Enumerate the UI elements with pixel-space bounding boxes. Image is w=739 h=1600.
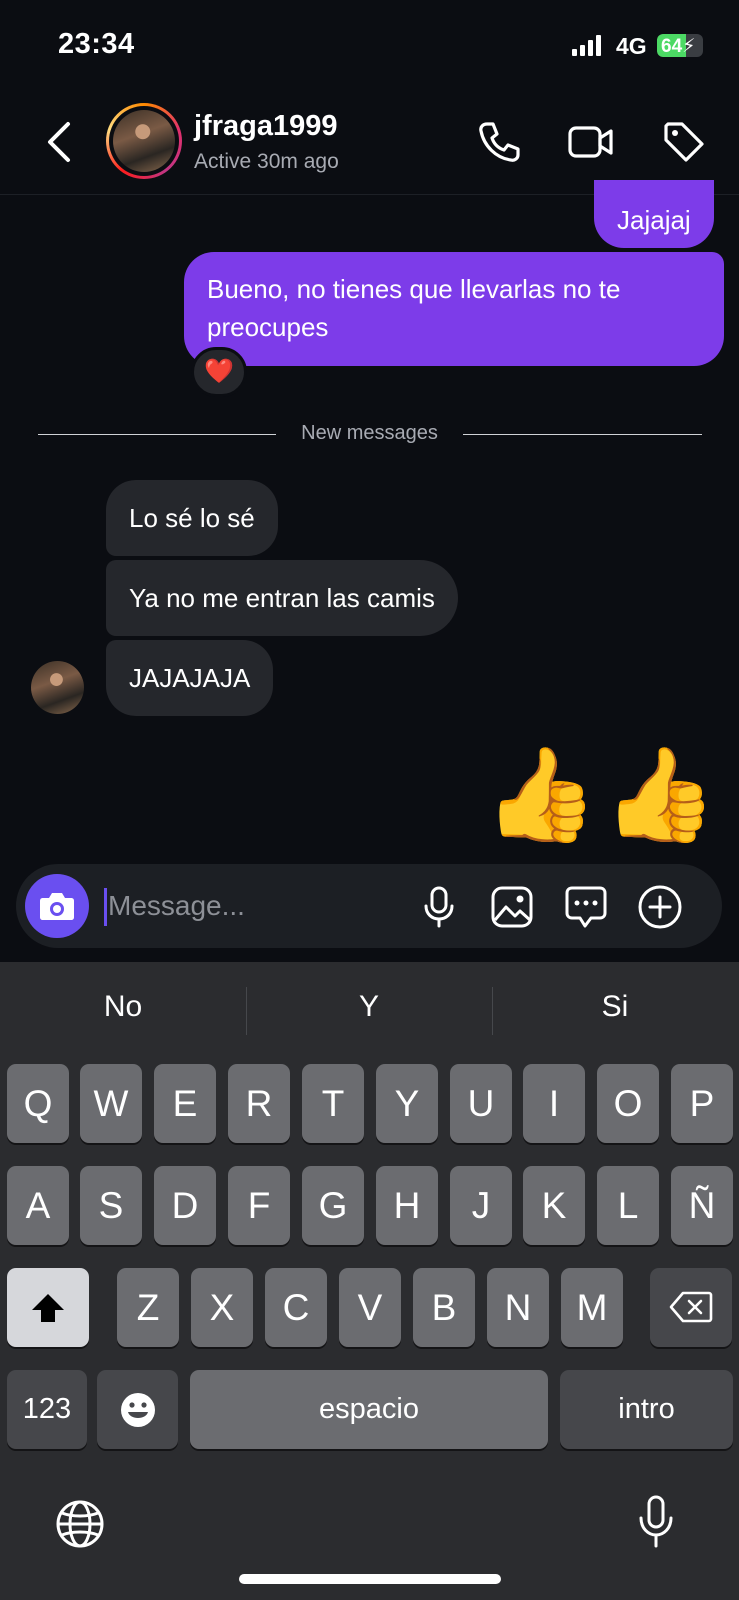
- numbers-key[interactable]: 123: [7, 1370, 87, 1449]
- divider-line: [38, 434, 276, 435]
- phone-icon[interactable]: [475, 118, 523, 166]
- signal-icon: [572, 34, 604, 56]
- globe-icon[interactable]: [54, 1498, 106, 1550]
- suggestion-3[interactable]: Si: [492, 972, 738, 1042]
- emoji-icon: [120, 1393, 155, 1427]
- outgoing-message[interactable]: Bueno, no tienes que llevarlas no te pre…: [184, 252, 724, 366]
- key-f[interactable]: F: [228, 1166, 290, 1245]
- key-x[interactable]: X: [191, 1268, 253, 1347]
- microphone-icon[interactable]: [416, 884, 462, 930]
- key-n-tilde[interactable]: Ñ: [671, 1166, 733, 1245]
- key-l[interactable]: L: [597, 1166, 659, 1245]
- key-z[interactable]: Z: [117, 1268, 179, 1347]
- key-c[interactable]: C: [265, 1268, 327, 1347]
- shift-arrow-icon: [32, 1294, 64, 1322]
- key-y[interactable]: Y: [376, 1064, 438, 1143]
- message-input[interactable]: [108, 880, 408, 932]
- tag-icon[interactable]: [660, 118, 708, 166]
- key-j[interactable]: J: [450, 1166, 512, 1245]
- text-cursor: [104, 888, 107, 926]
- key-w[interactable]: W: [80, 1064, 142, 1143]
- key-s[interactable]: S: [80, 1166, 142, 1245]
- key-i[interactable]: I: [523, 1064, 585, 1143]
- incoming-message[interactable]: Ya no me entran las camis: [106, 560, 458, 636]
- key-u[interactable]: U: [450, 1064, 512, 1143]
- image-icon[interactable]: [489, 884, 535, 930]
- home-indicator[interactable]: [239, 1574, 501, 1584]
- key-b[interactable]: B: [413, 1268, 475, 1347]
- divider-line: [463, 434, 702, 435]
- incoming-message[interactable]: Lo sé lo sé: [106, 480, 278, 556]
- key-e[interactable]: E: [154, 1064, 216, 1143]
- key-p[interactable]: P: [671, 1064, 733, 1143]
- incoming-message[interactable]: JAJAJAJA: [106, 640, 274, 716]
- avatar[interactable]: [106, 103, 182, 179]
- keyboard: No Y Si Q W E R T Y U I O P A S D F G H …: [0, 962, 739, 1600]
- return-key[interactable]: intro: [560, 1370, 733, 1449]
- key-t[interactable]: T: [302, 1064, 364, 1143]
- plus-circle-icon[interactable]: [637, 884, 683, 930]
- camera-icon: [40, 893, 74, 920]
- key-k[interactable]: K: [523, 1166, 585, 1245]
- thumbs-up-emoji-message[interactable]: 👍👍: [484, 740, 721, 850]
- chevron-left-icon[interactable]: [40, 118, 80, 166]
- chat-username[interactable]: jfraga1999: [194, 110, 338, 143]
- outgoing-message[interactable]: Jajajaj: [594, 180, 714, 248]
- delete-key[interactable]: [650, 1268, 732, 1347]
- shift-key[interactable]: [7, 1268, 89, 1347]
- key-h[interactable]: H: [376, 1166, 438, 1245]
- key-o[interactable]: O: [597, 1064, 659, 1143]
- network-type: 4G: [616, 33, 647, 59]
- status-bar: 23:34 4G 64⚡: [0, 0, 739, 90]
- suggestion-2[interactable]: Y: [246, 972, 492, 1042]
- active-status: Active 30m ago: [194, 150, 339, 173]
- new-messages-divider: New messages: [301, 422, 438, 444]
- video-camera-icon[interactable]: [567, 118, 615, 166]
- chat-bubble-icon[interactable]: [563, 884, 609, 930]
- space-key[interactable]: espacio: [190, 1370, 548, 1449]
- status-time: 23:34: [58, 28, 135, 60]
- battery-level: 64⚡: [661, 36, 696, 57]
- message-composer: [16, 864, 722, 948]
- key-g[interactable]: G: [302, 1166, 364, 1245]
- battery-icon: 64⚡: [657, 34, 703, 57]
- key-a[interactable]: A: [7, 1166, 69, 1245]
- key-d[interactable]: D: [154, 1166, 216, 1245]
- backspace-icon: [669, 1291, 713, 1323]
- heart-reaction-icon[interactable]: ❤️: [191, 347, 247, 397]
- emoji-key[interactable]: [97, 1370, 178, 1449]
- camera-button[interactable]: [25, 874, 89, 938]
- key-m[interactable]: M: [561, 1268, 623, 1347]
- sender-avatar[interactable]: [31, 661, 84, 714]
- key-v[interactable]: V: [339, 1268, 401, 1347]
- key-q[interactable]: Q: [7, 1064, 69, 1143]
- dictation-microphone-icon[interactable]: [634, 1494, 678, 1550]
- suggestion-1[interactable]: No: [0, 972, 246, 1042]
- key-r[interactable]: R: [228, 1064, 290, 1143]
- key-n[interactable]: N: [487, 1268, 549, 1347]
